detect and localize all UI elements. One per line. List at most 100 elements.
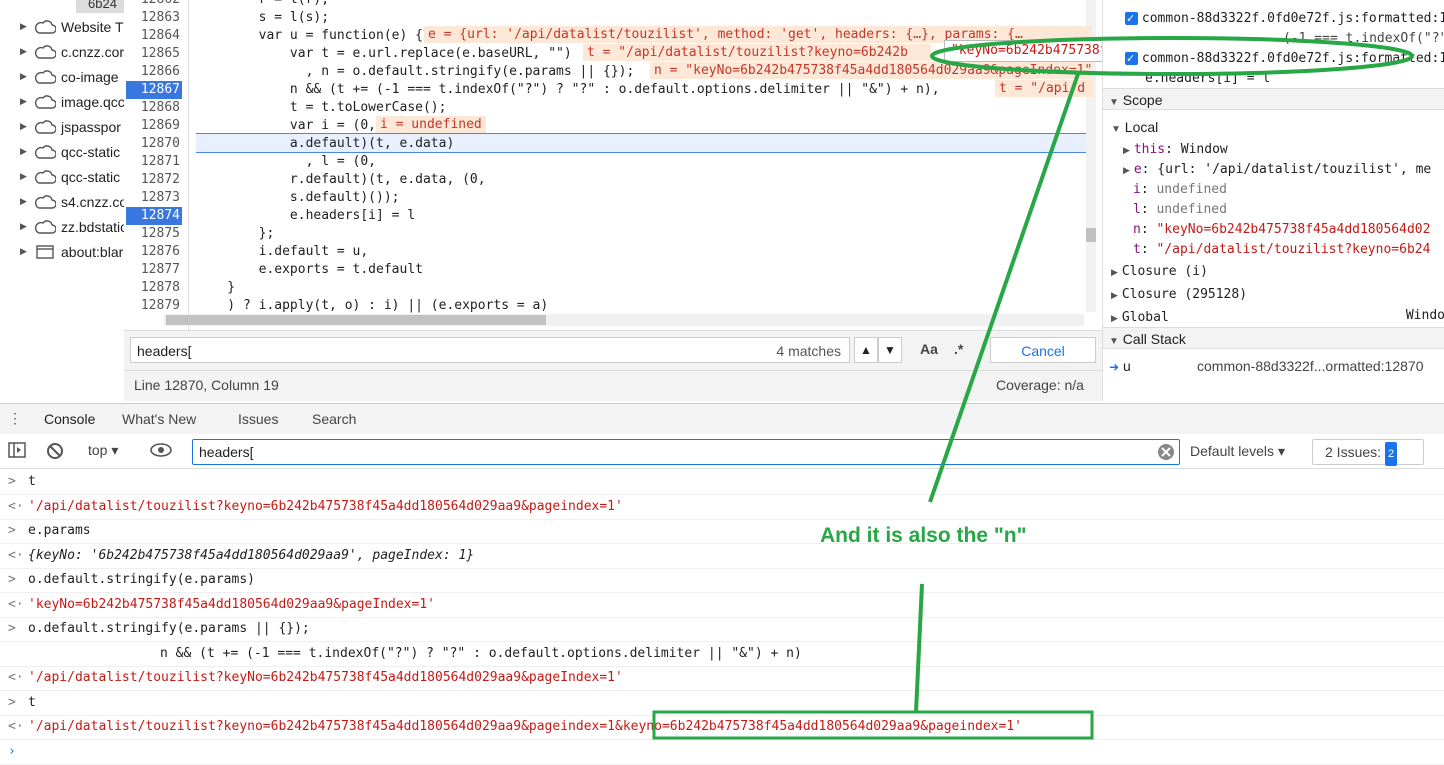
tree-item[interactable]: ▶ c.cnzz.cor: [20, 39, 124, 64]
cancel-button[interactable]: Cancel: [990, 337, 1096, 363]
tree-item[interactable]: ▶ Website T: [20, 14, 124, 39]
local-scope-header[interactable]: ▼ Local: [1103, 116, 1444, 138]
expand-arrow-icon[interactable]: ▶: [20, 121, 30, 132]
scope-variable[interactable]: n: "keyNo=6b242b475738f45a4dd180564d02: [1103, 217, 1444, 239]
expand-arrow-icon[interactable]: ▶: [20, 96, 30, 107]
scope-variable[interactable]: i: undefined: [1103, 177, 1444, 199]
line-number[interactable]: 12862: [124, 0, 180, 9]
console-entry[interactable]: > o.default.stringify(e.params): [0, 568, 1444, 593]
console-entry[interactable]: > o.default.stringify(e.params || {});: [0, 617, 1444, 642]
clear-filter-icon[interactable]: [1157, 443, 1175, 468]
expand-arrow-icon[interactable]: ▶: [1111, 313, 1118, 323]
line-number[interactable]: 12870: [124, 135, 180, 153]
console-entry[interactable]: n && (t += (-1 === t.indexOf("?") ? "?" …: [0, 642, 1444, 667]
expand-arrow-icon[interactable]: ▶: [20, 46, 30, 57]
sidebar-toggle-icon[interactable]: [8, 442, 26, 461]
expand-arrow-icon[interactable]: ▶: [1123, 145, 1130, 155]
tree-item[interactable]: ▶ image.qcc: [20, 89, 124, 114]
console-prompt[interactable]: ›: [0, 740, 1444, 765]
line-number[interactable]: 12877: [124, 261, 180, 279]
console-entry[interactable]: <· '/api/datalist/touzilist?keyno=6b242b4…: [0, 715, 1444, 740]
editor-horizontal-scrollbar[interactable]: [164, 314, 1084, 326]
expand-arrow-icon[interactable]: ▶: [20, 246, 30, 257]
drawer-menu-icon[interactable]: ⋮: [8, 410, 22, 427]
clear-console-icon[interactable]: [46, 442, 64, 463]
drawer-tab[interactable]: Search: [312, 404, 356, 434]
scope-variable[interactable]: l: undefined: [1103, 197, 1444, 219]
collapse-arrow-icon[interactable]: ▼: [1109, 336, 1119, 347]
console-entry[interactable]: <· {keyNo: '6b242b475738f45a4dd180564d029…: [0, 544, 1444, 569]
tree-item-label: jspasspor: [61, 118, 121, 135]
console-entry[interactable]: <·'keyNo=6b242b475738f45a4dd180564d029aa…: [0, 593, 1444, 618]
line-number[interactable]: 12879: [124, 297, 180, 315]
scope-variable[interactable]: t: "/api/datalist/touzilist?keyno=6b24: [1103, 237, 1444, 259]
expand-arrow-icon[interactable]: ▶: [1123, 165, 1130, 175]
call-stack-header[interactable]: ▼ Call Stack: [1103, 327, 1444, 349]
tree-item[interactable]: ▶ jspasspor: [20, 114, 121, 139]
line-number[interactable]: 12868: [124, 99, 180, 117]
expand-arrow-icon[interactable]: ▶: [20, 71, 30, 82]
call-frame[interactable]: ➜ u common-88d3322f...ormatted:12870: [1103, 355, 1444, 377]
closure-scope-row[interactable]: ▶ Closure (i): [1103, 259, 1444, 281]
expand-arrow-icon[interactable]: ▶: [20, 221, 30, 232]
breakpoint-line-number[interactable]: 12867: [126, 81, 182, 99]
console-entry[interactable]: > t: [0, 691, 1444, 716]
line-number[interactable]: 12863: [124, 9, 180, 27]
breakpoint-item[interactable]: common-88d3322f.0fd0e72f.js:formatted:12…: [1103, 6, 1444, 30]
line-number[interactable]: 12871: [124, 153, 180, 171]
breakpoint-checkbox[interactable]: [1125, 48, 1138, 70]
tree-item[interactable]: ▶ about:blar: [20, 239, 123, 264]
breakpoint-checkbox[interactable]: [1125, 8, 1138, 30]
expand-arrow-icon[interactable]: ▶: [1111, 267, 1118, 277]
console-entry[interactable]: <· '/api/datalist/touzilist?keyno=6b242b4…: [0, 495, 1444, 520]
line-number[interactable]: 12875: [124, 225, 180, 243]
find-input[interactable]: headers[ 4 matches: [130, 337, 850, 363]
console-entry[interactable]: > t: [0, 470, 1444, 495]
next-match-button[interactable]: ▼: [878, 337, 902, 363]
tree-item[interactable]: ▶ qcc-static: [20, 164, 120, 189]
scope-variable[interactable]: ▶ e: {url: '/api/datalist/touzilist', me: [1103, 157, 1444, 179]
scope-variable[interactable]: ▶ this: Window: [1103, 137, 1444, 159]
collapse-arrow-icon[interactable]: ▼: [1109, 97, 1119, 108]
tree-item[interactable]: ▶ s4.cnzz.co: [20, 189, 124, 214]
line-number[interactable]: 12869: [124, 117, 180, 135]
line-number[interactable]: 12866: [124, 63, 180, 81]
drawer-tab[interactable]: What's New: [122, 404, 196, 434]
context-selector[interactable]: top ▾: [88, 442, 118, 459]
regex-button[interactable]: .*: [954, 341, 963, 357]
issues-button[interactable]: 2 Issues: 2: [1312, 439, 1424, 466]
console-filter-input[interactable]: headers[: [192, 439, 1180, 465]
console-output[interactable]: > t <· '/api/datalist/touzilist?keyno=6b242…: [0, 468, 1444, 765]
line-number[interactable]: 12864: [124, 27, 180, 45]
tree-item[interactable]: ▶ zz.bdstatic: [20, 214, 124, 239]
expand-arrow-icon[interactable]: ▶: [1111, 290, 1118, 300]
line-number[interactable]: 12878: [124, 279, 180, 297]
breakpoint-item[interactable]: common-88d3322f.0fd0e72f.js:formatted:12…: [1103, 46, 1444, 70]
drawer-tab[interactable]: Console: [44, 404, 96, 436]
global-scope-row[interactable]: ▶ Global Windo: [1103, 305, 1444, 327]
breakpoint-line-number[interactable]: 12874: [126, 207, 182, 225]
eye-icon[interactable]: [150, 442, 172, 461]
prev-match-button[interactable]: ▲: [854, 337, 878, 363]
line-number[interactable]: 12873: [124, 189, 180, 207]
scroll-thumb[interactable]: [1086, 228, 1096, 242]
match-case-button[interactable]: Aa: [920, 341, 938, 357]
console-entry[interactable]: <· '/api/datalist/touzilist?keyNo=6b242b4…: [0, 666, 1444, 691]
collapse-arrow-icon[interactable]: ▼: [1111, 124, 1121, 135]
closure-scope-row[interactable]: ▶ Closure (295128): [1103, 282, 1444, 304]
log-levels-dropdown[interactable]: Default levels ▾: [1190, 443, 1285, 460]
file-tab-chip[interactable]: 6b24: [76, 0, 124, 13]
expand-arrow-icon[interactable]: ▶: [20, 21, 30, 32]
scroll-thumb[interactable]: [166, 315, 546, 325]
tree-item[interactable]: ▶ qcc-static: [20, 139, 120, 164]
expand-arrow-icon[interactable]: ▶: [20, 146, 30, 157]
line-number[interactable]: 12865: [124, 45, 180, 63]
console-entry[interactable]: > e.params: [0, 519, 1444, 544]
line-number[interactable]: 12872: [124, 171, 180, 189]
drawer-tab[interactable]: Issues: [238, 404, 278, 434]
expand-arrow-icon[interactable]: ▶: [20, 171, 30, 182]
expand-arrow-icon[interactable]: ▶: [20, 196, 30, 207]
line-number[interactable]: 12876: [124, 243, 180, 261]
tree-item[interactable]: ▶ co-image: [20, 64, 119, 89]
scope-section-header[interactable]: ▼ Scope: [1103, 88, 1444, 110]
